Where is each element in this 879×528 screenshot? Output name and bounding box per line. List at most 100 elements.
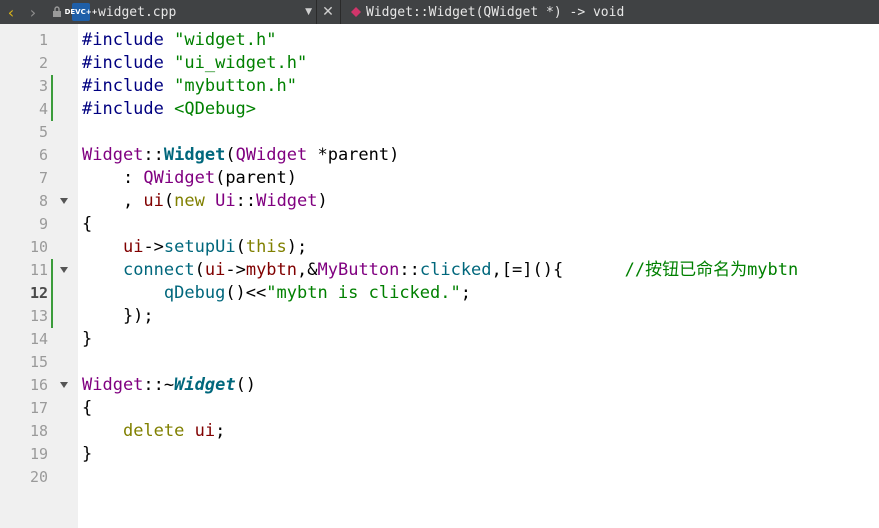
code-line[interactable]: 12 qDebug()<<"mybtn is clicked."; xyxy=(0,282,879,305)
code-line[interactable]: 11 connect(ui->mybtn,&MyButton::clicked,… xyxy=(0,259,879,282)
code-token: { xyxy=(82,214,93,234)
code-token: QWidget xyxy=(235,145,308,165)
code-token: "mybutton.h" xyxy=(174,76,297,96)
code-token: qDebug xyxy=(163,283,226,303)
code-token: //按钮已命名为mybtn xyxy=(624,260,799,280)
fold-toggle-icon[interactable] xyxy=(60,382,68,388)
code-line[interactable]: 7 : QWidget(parent) xyxy=(0,167,879,190)
code-text: #include "mybutton.h" xyxy=(82,75,297,98)
code-token: ; xyxy=(460,283,471,303)
code-token: "widget.h" xyxy=(174,30,277,50)
code-line[interactable]: 3 #include "mybutton.h" xyxy=(0,75,879,98)
code-token: "ui_widget.h" xyxy=(174,53,308,73)
fold-toggle-icon[interactable] xyxy=(60,267,68,273)
line-number: 1 xyxy=(38,31,48,49)
code-token: } xyxy=(82,444,93,464)
file-selector-combo[interactable]: widget.cpp ▼ xyxy=(94,0,317,24)
code-token: #include xyxy=(82,99,175,119)
line-number: 17 xyxy=(29,399,48,417)
code-token: }); xyxy=(82,306,154,326)
lock-icon[interactable] xyxy=(51,0,63,24)
line-number: 11 xyxy=(29,261,48,279)
change-marker xyxy=(51,98,53,121)
code-line[interactable]: 17 { xyxy=(0,397,879,420)
line-number: 4 xyxy=(38,100,48,118)
code-token: ) xyxy=(317,191,328,211)
fold-toggle-icon[interactable] xyxy=(60,198,68,204)
code-token: #include xyxy=(82,76,175,96)
code-line[interactable]: 6 Widget::Widget(QWidget *parent) xyxy=(0,144,879,167)
code-token: (parent) xyxy=(215,168,297,188)
code-text: #include "ui_widget.h" xyxy=(82,52,307,75)
code-text: Widget::~Widget() xyxy=(82,374,256,397)
code-token: :: xyxy=(399,260,420,280)
code-line[interactable]: 20 xyxy=(0,466,879,489)
file-name-label: widget.cpp xyxy=(98,4,177,20)
code-token: Widget xyxy=(256,191,318,211)
code-token: ui xyxy=(194,421,216,441)
code-token: , xyxy=(82,191,144,211)
function-symbol-icon xyxy=(350,0,362,24)
code-token: Widget xyxy=(82,145,144,165)
code-text: ui->setupUi(this); xyxy=(82,236,307,259)
code-text: } xyxy=(82,328,92,351)
code-token: ,[=](){ xyxy=(491,260,625,280)
code-text: #include <QDebug> xyxy=(82,98,256,121)
code-token: Widget xyxy=(174,375,236,395)
code-text: : QWidget(parent) xyxy=(82,167,297,190)
code-token: () xyxy=(235,375,257,395)
line-number: 13 xyxy=(29,307,48,325)
code-token: connect xyxy=(122,260,195,280)
code-token: ( xyxy=(163,191,175,211)
code-line[interactable]: 5 xyxy=(0,121,879,144)
code-token: Widget xyxy=(163,145,226,165)
code-token: this xyxy=(245,237,287,257)
code-text: { xyxy=(82,213,92,236)
line-number: 6 xyxy=(38,146,48,164)
code-line[interactable]: 1 #include "widget.h" xyxy=(0,29,879,52)
code-token: ()<< xyxy=(225,283,267,303)
code-token: ,& xyxy=(297,260,318,280)
line-number: 9 xyxy=(38,215,48,233)
diamond-icon xyxy=(351,7,361,17)
code-text: #include "widget.h" xyxy=(82,29,276,52)
code-token: #include xyxy=(82,53,175,73)
code-line[interactable]: 14} xyxy=(0,328,879,351)
code-line[interactable]: 2 #include "ui_widget.h" xyxy=(0,52,879,75)
line-number: 19 xyxy=(29,445,48,463)
code-token: { xyxy=(82,398,93,418)
symbol-selector-combo[interactable]: Widget::Widget(QWidget *) -> void xyxy=(366,0,866,24)
close-document-button[interactable]: ✕ xyxy=(320,0,336,24)
back-arrow-icon[interactable]: ‹ xyxy=(4,0,18,24)
code-text: { xyxy=(82,397,92,420)
code-token: ui xyxy=(204,260,226,280)
code-token: -> xyxy=(143,237,164,257)
code-line[interactable]: 16 Widget::~Widget() xyxy=(0,374,879,397)
code-line[interactable]: 18 delete ui; xyxy=(0,420,879,443)
code-token: : xyxy=(82,168,144,188)
code-text: delete ui; xyxy=(82,420,225,443)
code-token: #include xyxy=(82,30,175,50)
code-line[interactable]: 4 #include <QDebug> xyxy=(0,98,879,121)
code-token: Ui xyxy=(215,191,236,211)
editor-toolbar: ‹ › DEV C++ widget.cpp ▼ ✕ Widget::Widge… xyxy=(0,0,879,24)
toolbar-divider xyxy=(340,0,341,24)
code-line[interactable]: 19} xyxy=(0,443,879,466)
code-token: ui xyxy=(122,237,144,257)
code-token: ( xyxy=(235,237,246,257)
code-line[interactable]: 13 }); xyxy=(0,305,879,328)
line-number: 3 xyxy=(38,77,48,95)
code-line[interactable]: 10 ui->setupUi(this); xyxy=(0,236,879,259)
change-marker xyxy=(51,75,53,98)
code-line[interactable]: 9{ xyxy=(0,213,879,236)
forward-arrow-icon[interactable]: › xyxy=(26,0,40,24)
line-number: 2 xyxy=(38,54,48,72)
code-line[interactable]: 8 , ui(new Ui::Widget) xyxy=(0,190,879,213)
line-number: 18 xyxy=(29,422,48,440)
dev-icon-top-label: DEV xyxy=(64,8,81,16)
line-number: 12 xyxy=(29,284,48,302)
code-line[interactable]: 15 xyxy=(0,351,879,374)
dev-cpp-icon: DEV C++ xyxy=(65,3,97,21)
chevron-down-icon[interactable]: ▼ xyxy=(305,7,316,17)
